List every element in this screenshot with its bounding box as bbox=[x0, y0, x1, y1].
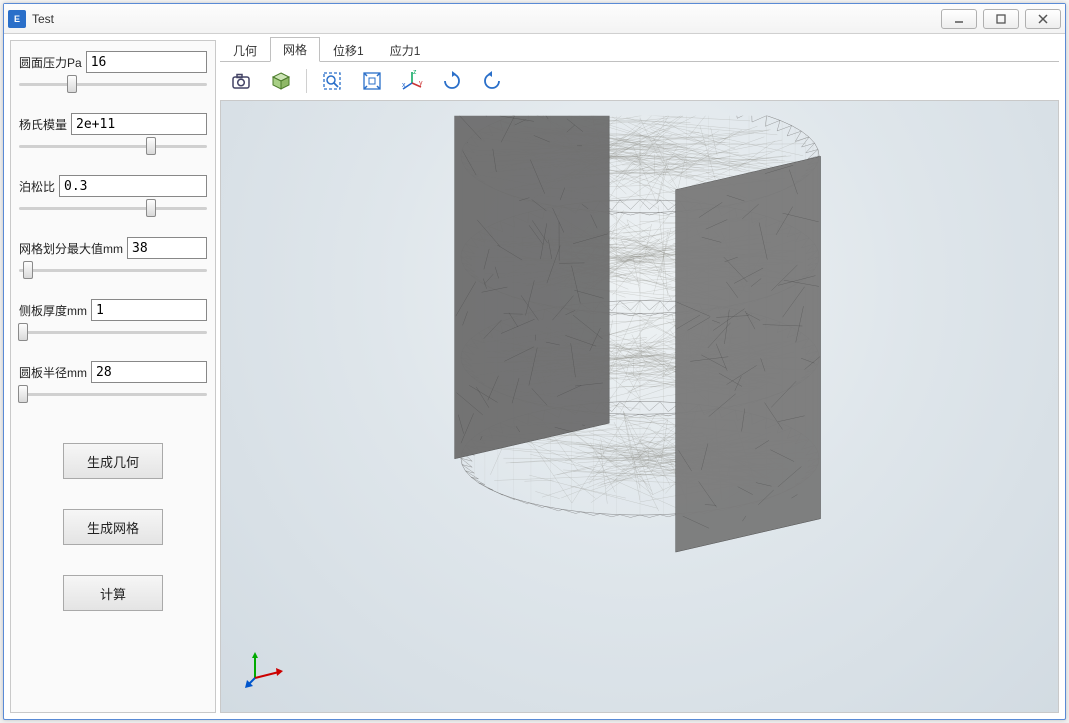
axes-icon[interactable]: zy x bbox=[397, 66, 427, 96]
rotate-ccw-icon[interactable] bbox=[477, 66, 507, 96]
youngs-slider[interactable] bbox=[19, 139, 207, 153]
tab-displacement[interactable]: 位移1 bbox=[320, 38, 377, 62]
param-label: 泊松比 bbox=[19, 178, 55, 195]
tab-geometry[interactable]: 几何 bbox=[220, 38, 270, 62]
compute-button[interactable]: 计算 bbox=[63, 575, 163, 611]
zoom-fit-icon[interactable] bbox=[357, 66, 387, 96]
param-label: 侧板厚度mm bbox=[19, 302, 87, 319]
thickness-input[interactable] bbox=[91, 299, 207, 321]
tab-stress[interactable]: 应力1 bbox=[377, 38, 434, 62]
mesh-model-render bbox=[380, 115, 900, 675]
selection-cube-icon[interactable] bbox=[266, 66, 296, 96]
radius-slider[interactable] bbox=[19, 387, 207, 401]
meshmax-input[interactable] bbox=[127, 237, 207, 259]
thickness-slider[interactable] bbox=[19, 325, 207, 339]
param-label: 网格划分最大值mm bbox=[19, 240, 123, 257]
meshmax-slider[interactable] bbox=[19, 263, 207, 277]
generate-mesh-button[interactable]: 生成网格 bbox=[63, 509, 163, 545]
app-window: E Test 圆面压力Pa bbox=[3, 3, 1066, 720]
zoom-box-icon[interactable] bbox=[317, 66, 347, 96]
close-button[interactable] bbox=[1025, 9, 1061, 29]
svg-text:z: z bbox=[413, 69, 417, 76]
poisson-slider[interactable] bbox=[19, 201, 207, 215]
action-buttons: 生成几何 生成网格 计算 bbox=[19, 443, 207, 611]
youngs-input[interactable] bbox=[71, 113, 207, 135]
param-youngs: 杨氏模量 bbox=[19, 113, 207, 153]
param-label: 杨氏模量 bbox=[19, 116, 67, 133]
window-title: Test bbox=[32, 12, 54, 26]
parameter-panel: 圆面压力Pa 杨氏模量 bbox=[10, 40, 216, 713]
param-thickness: 侧板厚度mm bbox=[19, 299, 207, 339]
viewport-toolbar: zy x bbox=[220, 62, 1059, 100]
minimize-button[interactable] bbox=[941, 9, 977, 29]
maximize-button[interactable] bbox=[983, 9, 1019, 29]
3d-viewport[interactable] bbox=[220, 100, 1059, 713]
main-area: 几何 网格 位移1 应力1 zy x bbox=[220, 40, 1059, 713]
generate-geometry-button[interactable]: 生成几何 bbox=[63, 443, 163, 479]
param-label: 圆面压力Pa bbox=[19, 54, 82, 71]
poisson-input[interactable] bbox=[59, 175, 207, 197]
param-poisson: 泊松比 bbox=[19, 175, 207, 215]
radius-input[interactable] bbox=[91, 361, 207, 383]
param-label: 圆板半径mm bbox=[19, 364, 87, 381]
svg-text:x: x bbox=[402, 82, 406, 89]
rotate-cw-icon[interactable] bbox=[437, 66, 467, 96]
param-meshmax: 网格划分最大值mm bbox=[19, 237, 207, 277]
titlebar: E Test bbox=[4, 4, 1065, 34]
view-tabs: 几何 网格 位移1 应力1 bbox=[220, 40, 1059, 62]
svg-text:y: y bbox=[419, 80, 423, 87]
orientation-triad-icon bbox=[245, 648, 285, 688]
window-controls bbox=[941, 9, 1061, 29]
pressure-input[interactable] bbox=[86, 51, 207, 73]
app-icon: E bbox=[8, 10, 26, 28]
pressure-slider[interactable] bbox=[19, 77, 207, 91]
camera-icon[interactable] bbox=[226, 66, 256, 96]
tab-mesh[interactable]: 网格 bbox=[270, 37, 320, 62]
param-radius: 圆板半径mm bbox=[19, 361, 207, 401]
param-pressure: 圆面压力Pa bbox=[19, 51, 207, 91]
